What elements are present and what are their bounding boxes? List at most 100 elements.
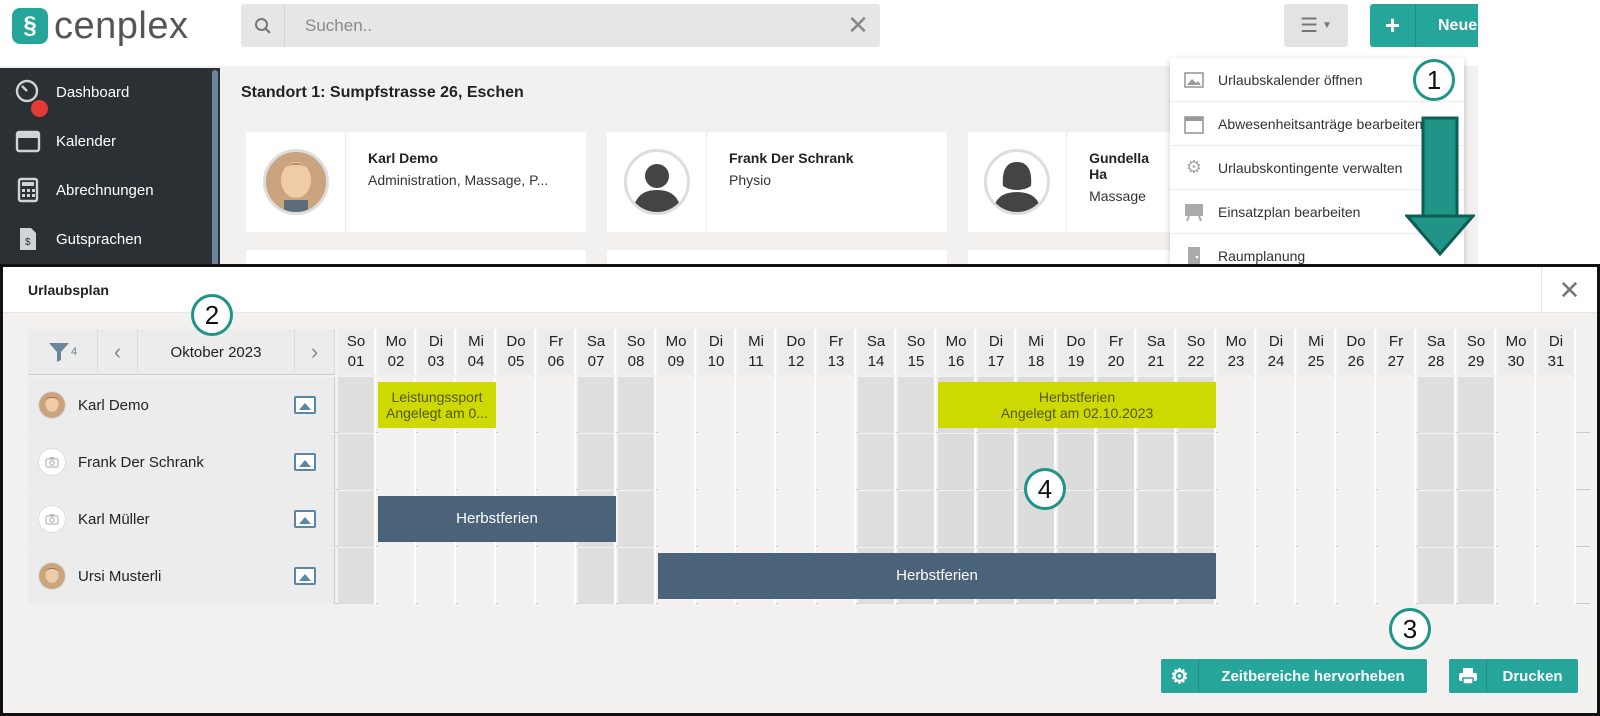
day-cell[interactable] bbox=[1298, 377, 1336, 433]
filter-button[interactable]: 4 bbox=[28, 329, 98, 375]
day-cell[interactable] bbox=[858, 434, 896, 490]
day-cell[interactable] bbox=[1418, 434, 1456, 490]
day-cell[interactable] bbox=[658, 491, 696, 547]
day-cell[interactable] bbox=[618, 548, 656, 604]
day-cell[interactable] bbox=[1338, 434, 1376, 490]
day-cell[interactable] bbox=[1218, 491, 1256, 547]
day-cell[interactable] bbox=[1498, 548, 1536, 604]
sidebar-item-dashboard[interactable]: Dashboard bbox=[0, 70, 210, 117]
day-cell[interactable] bbox=[538, 434, 576, 490]
day-cell[interactable] bbox=[338, 491, 376, 547]
day-cell[interactable] bbox=[458, 548, 496, 604]
day-cell[interactable] bbox=[1538, 434, 1576, 490]
highlight-timeranges-button[interactable]: ⚙ Zeitbereiche hervorheben bbox=[1161, 659, 1427, 693]
day-cell[interactable] bbox=[658, 434, 696, 490]
absence-bar[interactable]: Herbstferien bbox=[378, 496, 616, 542]
day-cell[interactable] bbox=[778, 434, 816, 490]
day-cell[interactable] bbox=[618, 434, 656, 490]
day-cell[interactable] bbox=[1538, 548, 1576, 604]
day-cell[interactable] bbox=[818, 434, 856, 490]
day-cell[interactable] bbox=[1338, 491, 1376, 547]
day-cell[interactable] bbox=[1138, 491, 1176, 547]
day-cell[interactable] bbox=[338, 434, 376, 490]
day-cell[interactable] bbox=[1218, 548, 1256, 604]
day-cell[interactable] bbox=[1298, 548, 1336, 604]
day-cell[interactable] bbox=[578, 434, 616, 490]
day-cell[interactable] bbox=[1098, 491, 1136, 547]
day-cell[interactable] bbox=[618, 491, 656, 547]
day-cell[interactable] bbox=[1258, 434, 1296, 490]
day-cell[interactable] bbox=[498, 434, 536, 490]
next-month-button[interactable]: › bbox=[295, 329, 335, 375]
day-cell[interactable] bbox=[1458, 434, 1496, 490]
day-cell[interactable] bbox=[738, 491, 776, 547]
staff-card[interactable]: Gundella Ha Massage bbox=[968, 132, 1170, 232]
day-cell[interactable] bbox=[1538, 377, 1576, 433]
day-cell[interactable] bbox=[378, 548, 416, 604]
day-cell[interactable] bbox=[578, 548, 616, 604]
day-cell[interactable] bbox=[738, 377, 776, 433]
image-icon[interactable] bbox=[294, 396, 316, 414]
search-input[interactable] bbox=[285, 4, 836, 47]
day-cell[interactable] bbox=[618, 377, 656, 433]
logo[interactable]: § cenplex bbox=[12, 5, 188, 47]
sidebar-scrollbar[interactable] bbox=[212, 70, 218, 268]
day-cell[interactable] bbox=[498, 548, 536, 604]
day-cell[interactable] bbox=[338, 377, 376, 433]
day-cell[interactable] bbox=[538, 548, 576, 604]
sidebar-item-kalender[interactable]: Kalender bbox=[0, 119, 210, 163]
new-button[interactable]: + Neue bbox=[1370, 4, 1478, 47]
prev-month-button[interactable]: ‹ bbox=[98, 329, 138, 375]
day-cell[interactable] bbox=[698, 377, 736, 433]
image-icon[interactable] bbox=[294, 453, 316, 471]
day-cell[interactable] bbox=[1378, 434, 1416, 490]
day-cell[interactable] bbox=[338, 548, 376, 604]
day-cell[interactable] bbox=[1218, 434, 1256, 490]
staff-card[interactable]: Frank Der Schrank Physio bbox=[607, 132, 947, 232]
day-cell[interactable] bbox=[1258, 548, 1296, 604]
day-cell[interactable] bbox=[418, 434, 456, 490]
day-cell[interactable] bbox=[1458, 491, 1496, 547]
day-cell[interactable] bbox=[778, 491, 816, 547]
clear-search-icon[interactable]: ✕ bbox=[836, 10, 880, 41]
day-cell[interactable] bbox=[898, 434, 936, 490]
close-icon[interactable]: ✕ bbox=[1541, 267, 1597, 313]
image-icon[interactable] bbox=[294, 510, 316, 528]
staff-card[interactable]: Karl Demo Administration, Massage, P... bbox=[246, 132, 586, 232]
day-cell[interactable] bbox=[1258, 491, 1296, 547]
day-cell[interactable] bbox=[1218, 377, 1256, 433]
day-cell[interactable] bbox=[778, 377, 816, 433]
day-cell[interactable] bbox=[1458, 377, 1496, 433]
menu-button[interactable]: ☰ ▼ bbox=[1284, 4, 1348, 47]
day-cell[interactable] bbox=[658, 377, 696, 433]
day-cell[interactable] bbox=[1298, 434, 1336, 490]
day-cell[interactable] bbox=[818, 377, 856, 433]
day-cell[interactable] bbox=[858, 491, 896, 547]
day-cell[interactable] bbox=[1338, 548, 1376, 604]
day-cell[interactable] bbox=[378, 434, 416, 490]
absence-bar[interactable]: Leistungssport Angelegt am 0... bbox=[378, 382, 496, 428]
day-cell[interactable] bbox=[1338, 377, 1376, 433]
day-cell[interactable] bbox=[1418, 548, 1456, 604]
day-cell[interactable] bbox=[1498, 491, 1536, 547]
day-cell[interactable] bbox=[1098, 434, 1136, 490]
print-button[interactable]: Drucken bbox=[1449, 659, 1578, 693]
day-cell[interactable] bbox=[538, 377, 576, 433]
sidebar-item-gutsprachen[interactable]: $ Gutsprachen bbox=[0, 217, 210, 261]
day-cell[interactable] bbox=[458, 434, 496, 490]
absence-bar[interactable]: Herbstferien bbox=[658, 553, 1216, 599]
day-cell[interactable] bbox=[1538, 491, 1576, 547]
day-cell[interactable] bbox=[1498, 377, 1536, 433]
day-cell[interactable] bbox=[418, 548, 456, 604]
day-cell[interactable] bbox=[1178, 434, 1216, 490]
day-cell[interactable] bbox=[698, 434, 736, 490]
image-icon[interactable] bbox=[294, 567, 316, 585]
day-cell[interactable] bbox=[938, 491, 976, 547]
sidebar-item-abrechnungen[interactable]: Abrechnungen bbox=[0, 168, 210, 212]
day-cell[interactable] bbox=[698, 491, 736, 547]
day-cell[interactable] bbox=[1458, 548, 1496, 604]
day-cell[interactable] bbox=[1498, 434, 1536, 490]
day-cell[interactable] bbox=[898, 491, 936, 547]
day-cell[interactable] bbox=[738, 434, 776, 490]
day-cell[interactable] bbox=[898, 377, 936, 433]
